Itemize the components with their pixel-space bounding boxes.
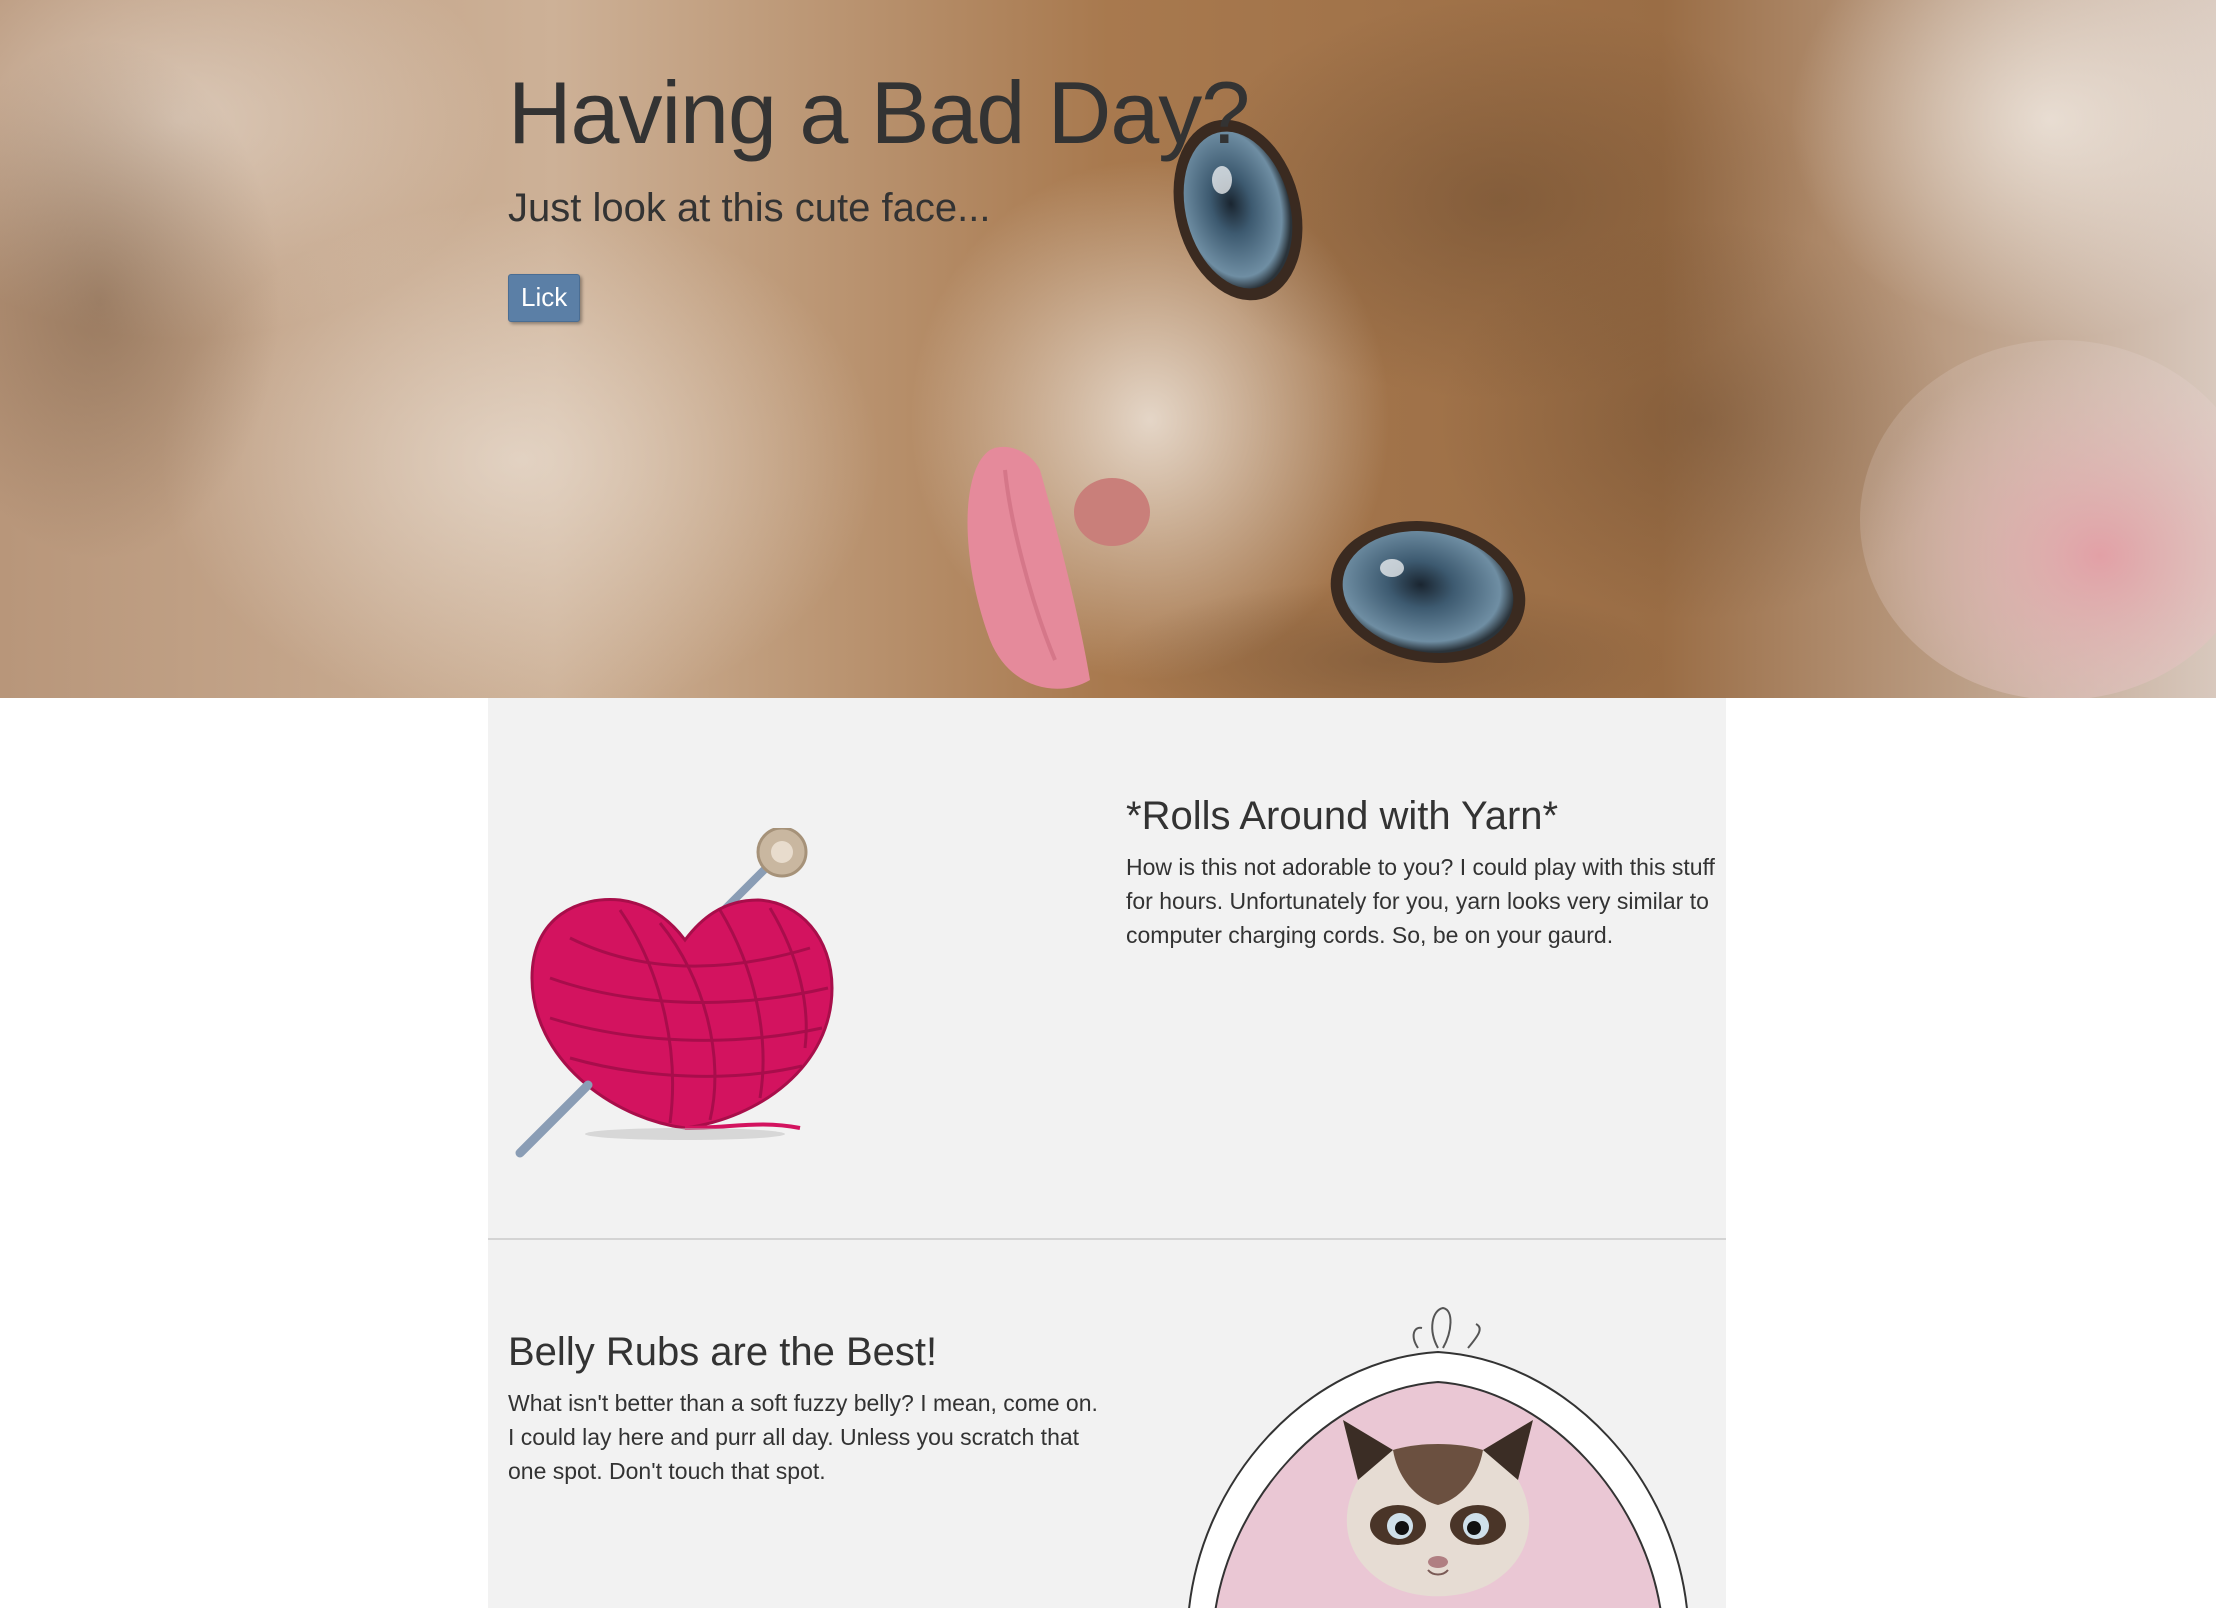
section-heading: *Rolls Around with Yarn*	[1126, 794, 1559, 838]
hero-title: Having a Bad Day?	[508, 63, 1250, 162]
content-panel: *Rolls Around with Yarn* How is this not…	[488, 698, 1726, 1608]
yarn-heart-icon	[515, 828, 834, 1158]
page: Having a Bad Day? Just look at this cute…	[0, 0, 2216, 1608]
yarn-text-block: *Rolls Around with Yarn* How is this not…	[1126, 792, 1716, 952]
lick-button[interactable]: Lick	[508, 274, 581, 322]
section-yarn: *Rolls Around with Yarn* How is this not…	[488, 698, 1726, 1240]
hero-banner: Having a Bad Day? Just look at this cute…	[0, 0, 2216, 698]
belly-text-block: Belly Rubs are the Best! What isn't bett…	[508, 1328, 1098, 1488]
hero-content: Having a Bad Day? Just look at this cute…	[508, 60, 1250, 322]
section-text: What isn't better than a soft fuzzy bell…	[508, 1390, 1098, 1484]
section-heading: Belly Rubs are the Best!	[508, 1330, 938, 1374]
section-text: How is this not adorable to you? I could…	[1126, 854, 1715, 948]
section-belly-rubs: Belly Rubs are the Best! What isn't bett…	[488, 1240, 1726, 1608]
grumpy-cat-mirror-image	[1188, 1306, 1688, 1608]
hero-subtitle: Just look at this cute face...	[508, 186, 991, 230]
